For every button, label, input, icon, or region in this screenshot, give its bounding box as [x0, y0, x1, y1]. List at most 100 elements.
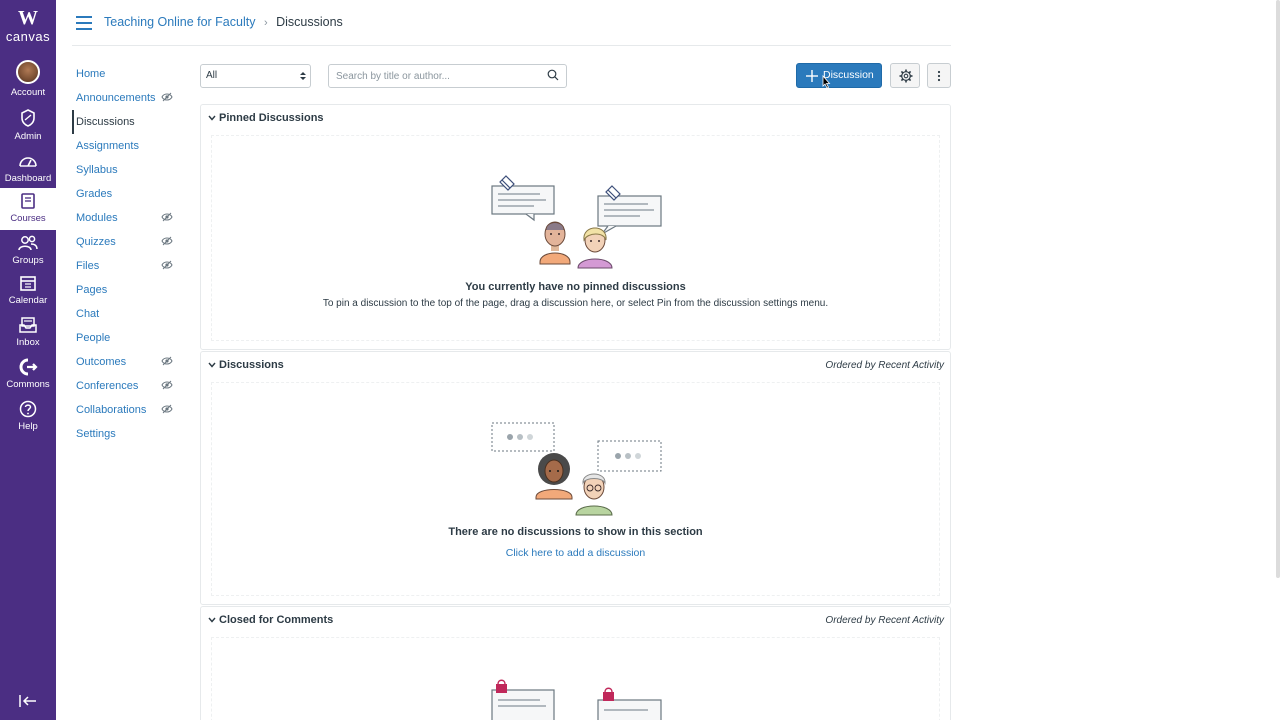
breadcrumb: Teaching Online for Faculty › Discussion…: [104, 15, 343, 29]
calendar-icon: [20, 276, 36, 291]
canvas-logo[interactable]: W canvas: [0, 8, 56, 44]
global-nav-inbox[interactable]: Inbox: [0, 316, 56, 356]
global-nav-label: Calendar: [8, 295, 48, 306]
plus-icon: [806, 70, 818, 82]
section-title: Pinned Discussions: [219, 112, 324, 124]
pinned-section-header[interactable]: Pinned Discussions: [201, 105, 950, 133]
kebab-menu-icon: [937, 70, 941, 82]
discussions-list: There are no discussions to show in this…: [211, 382, 940, 596]
global-nav-label: Account: [10, 87, 46, 98]
select-arrows-icon: [300, 72, 306, 80]
breadcrumb-current: Discussions: [276, 15, 343, 29]
course-nav-outcomes[interactable]: Outcomes: [72, 350, 182, 374]
help-icon: [19, 400, 37, 418]
pinned-discussions-section: Pinned Discussions You currently have no…: [200, 104, 951, 350]
course-nav-modules[interactable]: Modules: [72, 206, 182, 230]
chevron-down-icon: [208, 115, 216, 121]
mouse-cursor-icon: [822, 74, 831, 89]
groups-icon: [18, 235, 38, 251]
global-nav-admin[interactable]: Admin: [0, 108, 56, 148]
header-divider: [72, 45, 951, 46]
course-nav-pages[interactable]: Pages: [72, 278, 182, 302]
pinned-discussions-illustration: [491, 175, 662, 269]
course-nav-conferences[interactable]: Conferences: [72, 374, 182, 398]
course-nav-settings[interactable]: Settings: [72, 422, 182, 446]
hidden-eye-icon: [161, 212, 173, 222]
section-title: Discussions: [219, 359, 284, 371]
discussion-settings-button[interactable]: [890, 63, 920, 88]
search-icon: [547, 69, 559, 81]
course-nav-syllabus[interactable]: Syllabus: [72, 158, 182, 182]
global-nav-label: Courses: [10, 213, 46, 224]
course-nav-announcements[interactable]: Announcements: [72, 86, 182, 110]
closed-discussions-section: Closed for Comments Ordered by Recent Ac…: [200, 606, 951, 720]
filter-value: All: [206, 70, 218, 81]
pinned-drop-zone[interactable]: You currently have no pinned discussions…: [211, 135, 940, 341]
course-nav-chat[interactable]: Chat: [72, 302, 182, 326]
empty-pinned-title: You currently have no pinned discussions: [465, 281, 686, 293]
section-title: Closed for Comments: [219, 614, 334, 626]
course-nav: Home Announcements Discussions Assignmen…: [72, 62, 182, 446]
inbox-icon: [19, 317, 37, 333]
global-nav-groups[interactable]: Groups: [0, 234, 56, 274]
chevron-down-icon: [208, 617, 216, 623]
collapse-nav-icon[interactable]: [18, 694, 38, 708]
commons-icon: [19, 358, 38, 376]
global-nav-label: Admin: [14, 131, 42, 142]
discussions-section: Discussions Ordered by Recent Activity T…: [200, 351, 951, 605]
dashboard-icon: [19, 157, 37, 167]
discussion-filter-select[interactable]: All: [200, 64, 311, 88]
add-discussion-button[interactable]: Discussion: [796, 63, 882, 88]
hidden-eye-icon: [161, 92, 173, 102]
closed-discussions-illustration: [491, 679, 662, 720]
course-nav-files[interactable]: Files: [72, 254, 182, 278]
global-nav-label: Groups: [12, 255, 44, 266]
course-nav-assignments[interactable]: Assignments: [72, 134, 182, 158]
global-nav-label: Commons: [6, 379, 50, 390]
course-nav-quizzes[interactable]: Quizzes: [72, 230, 182, 254]
gear-icon: [899, 69, 913, 83]
hidden-eye-icon: [161, 380, 173, 390]
closed-section-header[interactable]: Closed for Comments Ordered by Recent Ac…: [201, 607, 950, 635]
more-options-button[interactable]: [927, 63, 951, 88]
shield-icon: [21, 109, 35, 127]
breadcrumb-separator: ›: [263, 17, 268, 29]
global-nav-dashboard[interactable]: Dashboard: [0, 152, 56, 192]
page-scrollbar[interactable]: [1276, 0, 1280, 578]
closed-discussions-list: [211, 637, 940, 720]
course-nav-discussions[interactable]: Discussions: [72, 110, 182, 134]
hamburger-icon: [76, 16, 92, 18]
global-nav-label: Dashboard: [4, 173, 52, 184]
global-nav-account[interactable]: Account: [0, 60, 56, 100]
book-icon: [21, 193, 35, 209]
global-nav-courses[interactable]: Courses: [0, 188, 56, 230]
global-nav-help[interactable]: Help: [0, 400, 56, 440]
breadcrumb-course-link[interactable]: Teaching Online for Faculty: [104, 15, 255, 29]
logo-letter: W: [18, 7, 38, 29]
global-nav-calendar[interactable]: Calendar: [0, 274, 56, 314]
hidden-eye-icon: [161, 260, 173, 270]
avatar: [16, 60, 40, 84]
global-nav-label: Inbox: [16, 337, 40, 348]
section-order: Ordered by Recent Activity: [825, 360, 944, 371]
global-nav-label: Help: [18, 421, 38, 432]
course-nav-people[interactable]: People: [72, 326, 182, 350]
logo-text: canvas: [5, 29, 51, 44]
course-nav-grades[interactable]: Grades: [72, 182, 182, 206]
hidden-eye-icon: [161, 404, 173, 414]
hidden-eye-icon: [161, 356, 173, 366]
course-nav-home[interactable]: Home: [72, 62, 182, 86]
section-order: Ordered by Recent Activity: [825, 615, 944, 626]
empty-discussions-title: There are no discussions to show in this…: [448, 526, 703, 538]
no-discussions-illustration: [491, 422, 662, 516]
course-nav-collaborations[interactable]: Collaborations: [72, 398, 182, 422]
global-nav-commons[interactable]: Commons: [0, 358, 56, 398]
search-input[interactable]: [328, 64, 567, 88]
course-nav-toggle[interactable]: [76, 16, 92, 34]
chevron-down-icon: [208, 362, 216, 368]
global-nav: W canvas Account Admin Dashboard Courses: [0, 0, 56, 720]
add-discussion-link[interactable]: Click here to add a discussion: [212, 547, 939, 559]
hidden-eye-icon: [161, 236, 173, 246]
empty-pinned-text: To pin a discussion to the top of the pa…: [322, 298, 829, 309]
discussions-section-header[interactable]: Discussions Ordered by Recent Activity: [201, 352, 950, 380]
